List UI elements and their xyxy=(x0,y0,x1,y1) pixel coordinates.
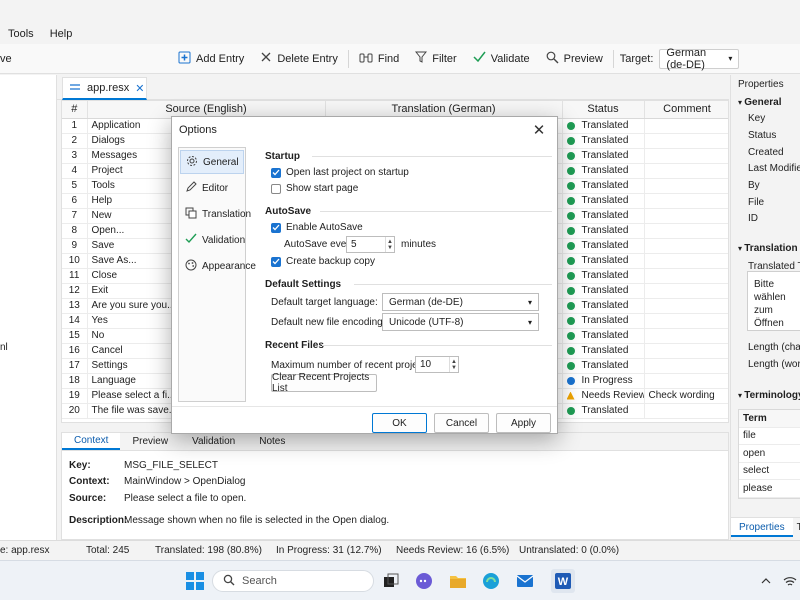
backup-copy-checkbox[interactable]: Create backup copy xyxy=(271,256,375,267)
enable-autosave-checkbox[interactable]: Enable AutoSave xyxy=(271,222,363,233)
minutes-label: minutes xyxy=(401,239,437,250)
enable-autosave-label: Enable AutoSave xyxy=(286,222,363,233)
checkmark-icon xyxy=(185,233,197,247)
chevron-down-icon: ▾ xyxy=(527,317,532,327)
nav-validation-label: Validation xyxy=(202,234,246,246)
cancel-button[interactable]: Cancel xyxy=(434,413,489,433)
default-encoding-value: Unicode (UTF-8) xyxy=(389,316,464,328)
checkbox-checked-icon xyxy=(271,222,281,233)
apply-button[interactable]: Apply xyxy=(496,413,551,433)
autosave-interval-value: 5 xyxy=(351,239,357,250)
nav-appearance-label: Appearance xyxy=(202,260,256,272)
pencil-icon xyxy=(185,180,197,196)
nav-translation-label: Translation xyxy=(202,208,252,220)
checkbox-checked-icon xyxy=(271,256,281,267)
stepper-arrows-icon[interactable]: ▲ ▼ xyxy=(449,357,458,372)
max-recent-stepper[interactable]: 10 ▲ ▼ xyxy=(415,356,459,373)
section-divider xyxy=(354,284,552,285)
default-target-language-label: Default target language: xyxy=(271,297,378,308)
max-recent-value: 10 xyxy=(420,359,432,370)
max-recent-label: Maximum number of recent projects: xyxy=(271,360,434,371)
nav-editor[interactable]: Editor xyxy=(180,176,244,200)
section-divider xyxy=(312,156,552,157)
stepper-arrows-icon[interactable]: ▲ ▼ xyxy=(385,237,394,252)
section-recent-files: Recent Files xyxy=(265,340,324,351)
translate-icon xyxy=(185,207,197,222)
checkbox-unchecked-icon xyxy=(271,183,281,194)
dialog-title: Options xyxy=(179,124,217,136)
show-start-page-checkbox[interactable]: Show start page xyxy=(271,183,358,194)
nav-editor-label: Editor xyxy=(202,182,229,194)
nav-translation[interactable]: Translation xyxy=(180,202,251,226)
section-autosave: AutoSave xyxy=(265,206,312,217)
nav-general-label: General xyxy=(203,156,239,168)
gear-icon xyxy=(186,155,198,170)
open-last-project-checkbox[interactable]: Open last project on startup xyxy=(271,167,409,178)
backup-copy-label: Create backup copy xyxy=(286,256,375,267)
section-divider xyxy=(322,345,552,346)
checkbox-checked-icon xyxy=(271,167,281,178)
default-encoding-label: Default new file encoding: xyxy=(271,317,386,328)
nav-appearance[interactable]: Appearance xyxy=(180,254,256,278)
modal-overlay: Options ✕ General Editor Translation Val… xyxy=(0,0,800,600)
default-target-language-dropdown[interactable]: German (de-DE) ▾ xyxy=(382,293,539,311)
ok-button[interactable]: OK xyxy=(372,413,427,433)
autosave-interval-stepper[interactable]: 5 ▲ ▼ xyxy=(346,236,395,253)
default-encoding-dropdown[interactable]: Unicode (UTF-8) ▾ xyxy=(382,313,539,331)
chevron-down-icon: ▾ xyxy=(527,297,532,307)
close-icon[interactable]: ✕ xyxy=(529,120,549,140)
nav-general[interactable]: General xyxy=(180,150,244,174)
section-startup: Startup xyxy=(265,151,300,162)
open-last-project-label: Open last project on startup xyxy=(286,167,409,178)
section-divider xyxy=(320,211,552,212)
options-dialog: Options ✕ General Editor Translation Val… xyxy=(171,116,558,434)
palette-icon xyxy=(185,259,197,274)
options-nav: General Editor Translation Validation Ap… xyxy=(178,147,256,402)
show-start-page-label: Show start page xyxy=(286,183,359,194)
clear-recent-button[interactable]: Clear Recent Projects List xyxy=(271,372,377,394)
section-default-settings: Default Settings xyxy=(265,279,342,290)
default-target-language-value: German (de-DE) xyxy=(389,296,463,308)
nav-validation[interactable]: Validation xyxy=(180,228,246,252)
